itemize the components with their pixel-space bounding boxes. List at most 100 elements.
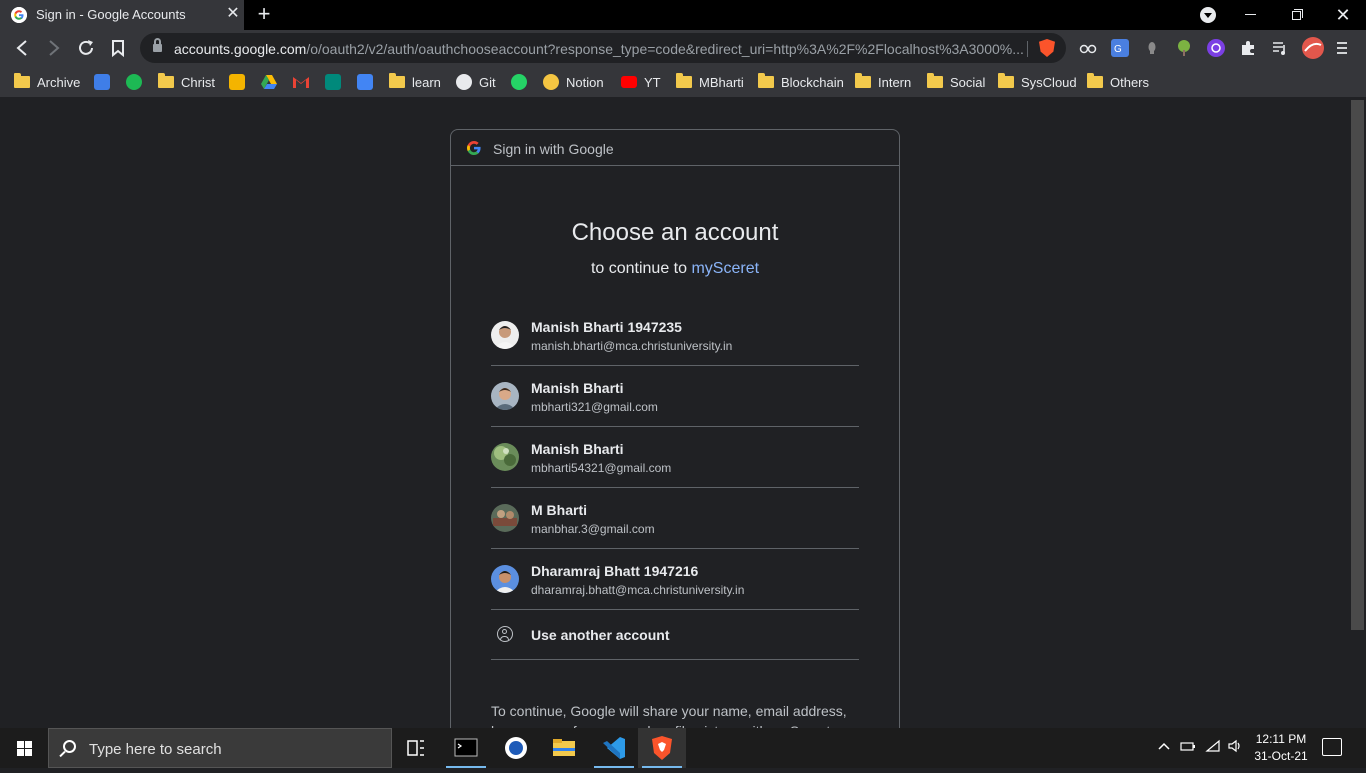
task-view-icon xyxy=(407,740,424,756)
profile-avatar[interactable] xyxy=(1302,37,1324,59)
show-hidden-icons-button[interactable] xyxy=(1157,739,1171,756)
wifi-icon[interactable] xyxy=(1205,739,1221,756)
bookmark-syscloud[interactable]: SysCloud xyxy=(998,72,1077,92)
taskbar-search-input[interactable]: Type here to search xyxy=(48,728,392,768)
account-email: manbhar.3@gmail.com xyxy=(531,522,655,536)
extensions-puzzle-icon[interactable] xyxy=(1239,39,1257,57)
account-row[interactable]: Manish Bharti mbharti54321@gmail.com xyxy=(491,427,859,488)
whatsapp-icon xyxy=(511,74,527,90)
bookmark-notion[interactable]: Notion xyxy=(543,72,604,92)
taskbar-terminal[interactable] xyxy=(442,728,490,768)
chevron-up-icon xyxy=(1158,742,1170,750)
account-name: Manish Bharti xyxy=(531,380,624,396)
media-controls-icon[interactable] xyxy=(1271,39,1289,57)
url-host: accounts.google.com xyxy=(174,41,307,57)
lock-icon[interactable] xyxy=(153,38,162,52)
bookmark-blockchain[interactable]: Blockchain xyxy=(758,72,844,92)
search-icon xyxy=(63,740,76,753)
bookmark-spotify[interactable] xyxy=(126,72,142,92)
google-translate-icon[interactable]: G xyxy=(1111,39,1129,57)
notification-center-icon[interactable] xyxy=(1322,738,1342,756)
folder-icon xyxy=(927,73,943,88)
bookmark-drive[interactable] xyxy=(261,72,277,92)
taskbar-file-explorer[interactable] xyxy=(540,728,588,768)
folder-icon xyxy=(998,73,1014,88)
bookmark-mbharti[interactable]: MBharti xyxy=(676,72,744,92)
page-scrollbar[interactable] xyxy=(1349,98,1366,728)
person-circle-icon xyxy=(497,626,513,642)
bookmark-whatsapp[interactable] xyxy=(511,72,527,92)
use-another-account-button[interactable]: Use another account xyxy=(491,610,859,660)
account-row[interactable]: Manish Bharti 1947235 manish.bharti@mca.… xyxy=(491,305,859,366)
windows-logo-icon xyxy=(17,741,32,756)
taskbar-vscode[interactable] xyxy=(590,728,638,768)
extension-glasses-icon[interactable] xyxy=(1079,39,1097,57)
bookmark-social[interactable]: Social xyxy=(927,72,985,92)
menu-icon[interactable] xyxy=(1333,39,1351,57)
start-button[interactable] xyxy=(0,728,48,768)
bookmark-git[interactable]: Git xyxy=(456,72,496,92)
app-name-link[interactable]: mySceret xyxy=(691,260,759,277)
extension-tree-icon[interactable] xyxy=(1175,39,1193,57)
google-calendar-icon xyxy=(357,74,373,90)
folder-icon xyxy=(389,73,405,88)
avatar xyxy=(491,321,519,349)
minimize-button[interactable] xyxy=(1238,3,1264,27)
account-email: mbharti54321@gmail.com xyxy=(531,461,672,475)
tab-search-button[interactable] xyxy=(1195,3,1221,27)
bookmark-calendar[interactable] xyxy=(357,72,373,92)
account-row[interactable]: M Bharti manbhar.3@gmail.com xyxy=(491,488,859,549)
bookmark-others[interactable]: Others xyxy=(1087,72,1149,92)
battery-icon[interactable] xyxy=(1180,739,1196,756)
bookmark-intern[interactable]: Intern xyxy=(855,72,911,92)
bookmark-christ[interactable]: Christ xyxy=(158,72,215,92)
bookmark-classroom[interactable] xyxy=(229,72,245,92)
reload-icon[interactable] xyxy=(76,38,96,58)
bookmark-meet[interactable] xyxy=(325,72,341,92)
browser-toolbar: accounts.google.com/o/oauth2/v2/auth/oau… xyxy=(0,30,1366,66)
extension-purple-icon[interactable] xyxy=(1207,39,1225,57)
taskbar-brave[interactable] xyxy=(638,728,686,768)
bookmark-yt[interactable]: YT xyxy=(621,72,661,92)
tab-active[interactable]: Sign in - Google Accounts ✕ xyxy=(0,0,244,30)
page-content: Sign in with Google Choose an account to… xyxy=(0,98,1349,728)
restore-button[interactable] xyxy=(1284,3,1310,27)
bookmark-learn[interactable]: learn xyxy=(389,72,441,92)
tab-close-icon[interactable]: ✕ xyxy=(225,6,241,22)
taskbar-app[interactable] xyxy=(492,728,540,768)
folder-icon xyxy=(1087,73,1103,88)
address-bar[interactable]: accounts.google.com/o/oauth2/v2/auth/oau… xyxy=(140,33,1066,63)
brave-shields-icon[interactable] xyxy=(1039,39,1055,57)
google-meet-icon xyxy=(325,74,341,90)
bookmark-icon[interactable] xyxy=(108,38,128,58)
clock-time: 12:11 PM xyxy=(1255,732,1307,746)
signin-card: Sign in with Google Choose an account to… xyxy=(450,129,900,728)
clock-date: 31-Oct-21 xyxy=(1254,749,1308,763)
new-tab-button[interactable]: + xyxy=(253,3,275,25)
account-row[interactable]: Manish Bharti mbharti321@gmail.com xyxy=(491,366,859,427)
terminal-icon xyxy=(454,738,478,757)
page-title: Choose an account xyxy=(571,219,779,246)
avatar xyxy=(491,565,519,593)
bookmark-sheets[interactable] xyxy=(94,72,110,92)
bookmark-archive[interactable]: Archive xyxy=(14,72,80,92)
consent-text: To continue, Google will share your name… xyxy=(491,703,847,728)
account-row[interactable]: Dharamraj Bhatt 1947216 dharamraj.bhatt@… xyxy=(491,549,859,610)
system-clock[interactable]: 12:11 PM 31-Oct-21 xyxy=(1243,731,1319,765)
bookmark-gmail[interactable] xyxy=(293,72,309,92)
continue-subtitle: to continue to mySceret xyxy=(590,260,760,277)
task-view-button[interactable] xyxy=(392,728,440,768)
spotify-icon xyxy=(126,74,142,90)
search-placeholder: Type here to search xyxy=(89,741,222,758)
youtube-icon xyxy=(621,76,637,88)
forward-icon[interactable] xyxy=(44,38,64,58)
volume-icon[interactable] xyxy=(1227,739,1243,756)
extension-bulb-icon[interactable] xyxy=(1143,39,1161,57)
avatar xyxy=(491,443,519,471)
window-close-button[interactable]: ✕ xyxy=(1330,3,1356,27)
back-icon[interactable] xyxy=(12,38,32,58)
url-text[interactable]: accounts.google.com/o/oauth2/v2/auth/oau… xyxy=(174,41,1024,57)
scrollbar-thumb[interactable] xyxy=(1351,100,1364,630)
account-name: Manish Bharti xyxy=(531,441,624,457)
google-drive-icon xyxy=(261,75,277,89)
